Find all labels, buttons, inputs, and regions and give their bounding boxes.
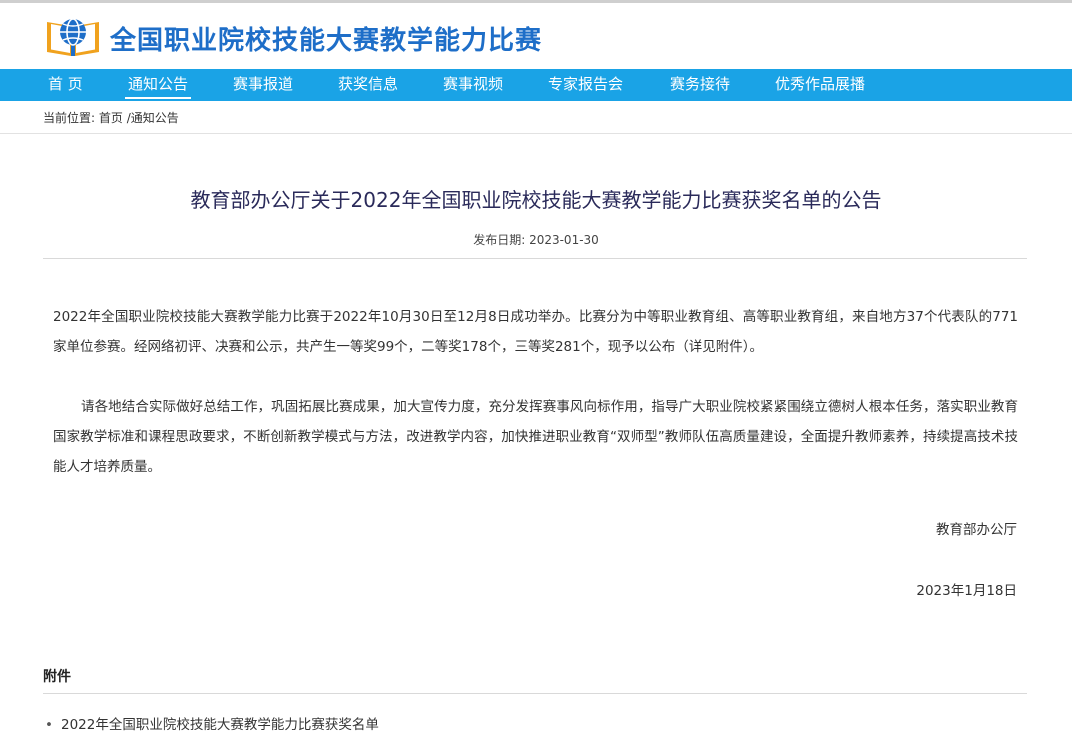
breadcrumb-prefix: 当前位置: [43,111,96,125]
nav-item-home[interactable]: 首 页 [48,69,83,101]
bullet-icon: • [45,717,53,733]
nav-item-reception[interactable]: 赛务接待 [670,69,730,101]
breadcrumb-home-link[interactable]: 首页 [99,111,123,125]
breadcrumb-bar: 当前位置: 首页 /通知公告 [0,101,1072,134]
breadcrumb: 当前位置: 首页 /通知公告 [43,109,179,126]
title-divider [43,258,1027,259]
nav-item-videos[interactable]: 赛事视频 [443,69,503,101]
attachment-link[interactable]: • 2022年全国职业院校技能大赛教学能力比赛获奖名单 [45,713,379,733]
nav-item-expert-talks[interactable]: 专家报告会 [548,69,623,101]
publish-date: 发布日期: 2023-01-30 [0,231,1072,248]
site-header: 全国职业院校技能大赛教学能力比赛 [0,3,1072,69]
attachment-label[interactable]: 2022年全国职业院校技能大赛教学能力比赛获奖名单 [61,717,379,733]
attachments-heading: 附件 [43,669,71,685]
nav-item-news[interactable]: 赛事报道 [233,69,293,101]
publish-date-label: 发布日期: [473,233,526,247]
publish-date-value: 2023-01-30 [529,233,599,247]
nav-item-awards[interactable]: 获奖信息 [338,69,398,101]
site-title[interactable]: 全国职业院校技能大赛教学能力比赛 [110,20,542,57]
signature-org: 教育部办公厅 [936,522,1017,538]
main-nav: 首 页 通知公告 赛事报道 获奖信息 赛事视频 专家报告会 赛务接待 优秀作品展… [0,69,1072,101]
article-paragraph: 2022年全国职业院校技能大赛教学能力比赛于2022年10月30日至12月8日成… [53,309,1018,355]
article-title: 教育部办公厅关于2022年全国职业院校技能大赛教学能力比赛获奖名单的公告 [190,188,882,212]
nav-item-notices[interactable]: 通知公告 [124,69,192,101]
book-globe-logo[interactable] [43,12,103,60]
breadcrumb-current-link[interactable]: 通知公告 [131,111,179,125]
nav-item-showcase[interactable]: 优秀作品展播 [775,69,865,101]
attachments-divider [43,693,1027,694]
signature-date: 2023年1月18日 [916,583,1017,599]
article-paragraph: 请各地结合实际做好总结工作，巩固拓展比赛成果，加大宣传力度，充分发挥赛事风向标作… [53,399,1018,475]
